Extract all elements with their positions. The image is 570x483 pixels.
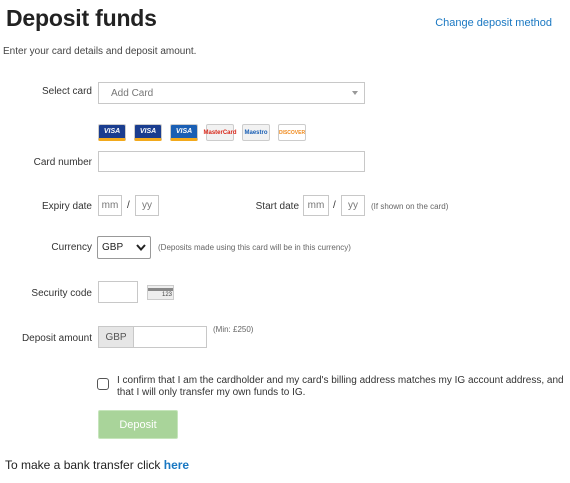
select-card-value: Add Card <box>111 87 154 99</box>
intro-text: Enter your card details and deposit amou… <box>3 46 197 57</box>
currency-label: Currency <box>51 242 92 253</box>
visa-logo: VISA <box>134 124 162 141</box>
bank-transfer-link[interactable]: here <box>164 458 189 472</box>
security-code-input[interactable] <box>98 281 138 303</box>
confirm-text: I confirm that I am the cardholder and m… <box>117 375 564 398</box>
discover-logo: DISCOVER <box>278 124 306 141</box>
bank-transfer-text: To make a bank transfer click here <box>5 458 189 472</box>
start-month-placeholder: mm <box>307 200 325 211</box>
currency-select[interactable]: GBP <box>97 236 151 259</box>
security-code-label: Security code <box>31 288 92 299</box>
expiry-separator: / <box>127 200 130 211</box>
currency-value: GBP <box>102 242 124 253</box>
card-number-input[interactable] <box>98 151 365 172</box>
select-card-label: Select card <box>41 86 92 97</box>
bank-transfer-label: To make a bank transfer click <box>5 458 164 472</box>
deposit-button[interactable]: Deposit <box>98 410 178 439</box>
visa-logo: VISA <box>98 124 126 141</box>
page-title: Deposit funds <box>6 5 157 31</box>
change-deposit-method-link[interactable]: Change deposit method <box>435 17 552 29</box>
deposit-min-note: (Min: £250) <box>213 325 254 334</box>
start-date-label: Start date <box>255 201 299 212</box>
cvv-hint: 123 <box>161 292 172 298</box>
maestro-logo: Maestro <box>242 124 270 141</box>
chevron-down-icon <box>352 91 358 95</box>
confirm-checkbox[interactable] <box>97 378 109 390</box>
card-number-label: Card number <box>33 157 92 168</box>
expiry-date-label: Expiry date <box>41 201 92 212</box>
visa-electron-logo: VISA <box>170 124 198 141</box>
expiry-month-input[interactable]: mm <box>98 195 122 216</box>
mastercard-logo: MasterCard <box>204 124 237 141</box>
start-date-note: (If shown on the card) <box>371 202 449 211</box>
start-separator: / <box>333 200 336 211</box>
select-card-dropdown[interactable]: Add Card <box>98 82 365 104</box>
expiry-year-placeholder: yy <box>142 200 152 211</box>
deposit-amount-input[interactable] <box>133 326 207 348</box>
start-year-input[interactable]: yy <box>341 195 365 216</box>
currency-note: (Deposits made using this card will be i… <box>158 243 351 252</box>
chevron-down-icon <box>136 244 146 252</box>
deposit-amount-label: Deposit amount <box>21 333 92 344</box>
card-back-cvv-icon: 123 <box>147 285 174 300</box>
expiry-month-placeholder: mm <box>101 200 119 211</box>
deposit-currency-prefix: GBP <box>98 326 133 348</box>
start-month-input[interactable]: mm <box>303 195 329 216</box>
start-year-placeholder: yy <box>348 200 358 211</box>
expiry-year-input[interactable]: yy <box>135 195 159 216</box>
